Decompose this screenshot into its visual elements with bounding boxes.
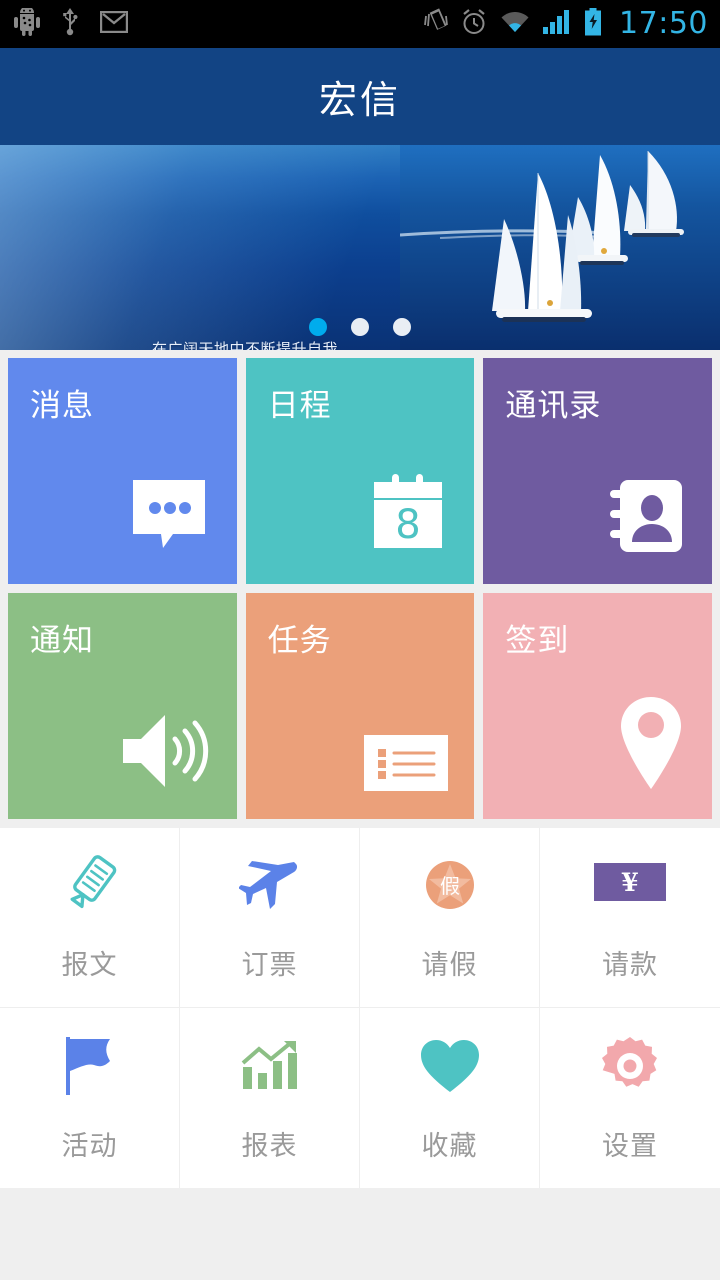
carousel-dot-2[interactable] [351,318,369,336]
shortcut-settings[interactable]: 设置 [540,1008,720,1188]
shortcut-label: 请款 [602,950,658,981]
yuan-glyph: ¥ [621,868,638,897]
tile-label: 日程 [267,388,332,424]
document-pen-icon [61,853,119,917]
shortcut-label: 请假 [421,950,478,981]
gear-icon [601,1034,659,1098]
app-header: 宏信 [0,48,720,145]
status-bar-left-icons [14,6,129,40]
wifi-icon [500,10,530,38]
shortcut-label: 活动 [61,1130,118,1162]
chat-bubble-icon [127,472,211,560]
shortcut-grid: 报文 订票 假 请假 ¥ 请款 活动 报表 收藏 设置 [0,828,720,1188]
tile-label: 签到 [505,623,570,659]
shortcut-payment-request[interactable]: ¥ 请款 [540,828,720,1008]
shortcut-label: 报文 [61,950,118,981]
tile-label: 任务 [267,623,332,659]
shortcut-label: 设置 [602,1130,658,1162]
address-book-icon [606,476,686,560]
feature-tile-grid: 消息 日程 8 通讯录 通知 任务 签到 [0,350,720,819]
yuan-card-icon: ¥ [594,853,666,917]
carousel-dot-1[interactable] [309,318,327,336]
signal-icon [543,10,571,38]
alarm-icon [461,9,487,39]
bar-chart-icon [241,1034,299,1098]
carousel-dot-3[interactable] [393,318,411,336]
checklist-icon [364,735,449,795]
banner-carousel[interactable]: 在广阔天地中不断提升自我， 全力塑造有魅力、 有能力、有行为表现力的企业 [0,145,720,350]
carousel-indicator [0,318,720,336]
vibrate-icon [424,8,448,40]
usb-icon [60,8,80,40]
tile-schedule[interactable]: 日程 8 [245,358,475,584]
shortcut-book-ticket[interactable]: 订票 [180,828,360,1008]
banner-slogan: 在广阔天地中不断提升自我， 全力塑造有魅力、 有能力、有行为表现力的企业 [152,337,354,350]
android-debug-icon [14,6,40,40]
status-bar: 17:50 [0,0,720,48]
shortcut-favorites[interactable]: 收藏 [360,1008,540,1188]
status-bar-right-icons: 17:50 [424,8,708,40]
speaker-icon [119,711,211,795]
tile-notifications[interactable]: 通知 [8,593,237,819]
shortcut-label: 报表 [241,1130,298,1162]
tile-messages[interactable]: 消息 [8,358,237,584]
leave-badge-glyph: 假 [440,874,460,898]
shortcut-label: 订票 [241,950,298,981]
tile-label: 消息 [30,388,94,424]
heart-icon [419,1034,481,1098]
shortcut-label: 收藏 [421,1130,478,1162]
tile-label: 通讯录 [505,388,602,424]
tile-tasks[interactable]: 任务 [245,593,475,819]
banner-slogan-line-1: 在广阔天地中不断提升自我， [152,340,354,350]
location-pin-icon [616,695,686,795]
flag-icon [62,1034,118,1098]
calendar-day-number: 8 [396,502,421,548]
shortcut-leave-request[interactable]: 假 请假 [360,828,540,1008]
page-title: 宏信 [318,78,401,122]
gmail-icon [99,10,129,37]
battery-charging-icon [584,8,602,40]
shortcut-activity[interactable]: 活动 [0,1008,180,1188]
calendar-icon: 8 [368,472,448,560]
app-root: 17:50 宏信 在广阔天地中不断提升自我， 消息 日程 8 通讯录 通知 任务… [0,0,720,1280]
status-bar-clock: 17:50 [619,6,708,41]
leave-badge-icon: 假 [424,853,476,917]
airplane-icon [238,853,301,917]
shortcut-reports[interactable]: 报表 [180,1008,360,1188]
tile-label: 通知 [30,623,94,659]
tile-checkin[interactable]: 签到 [483,593,712,819]
tile-contacts[interactable]: 通讯录 [483,358,712,584]
shortcut-report-document[interactable]: 报文 [0,828,180,1008]
